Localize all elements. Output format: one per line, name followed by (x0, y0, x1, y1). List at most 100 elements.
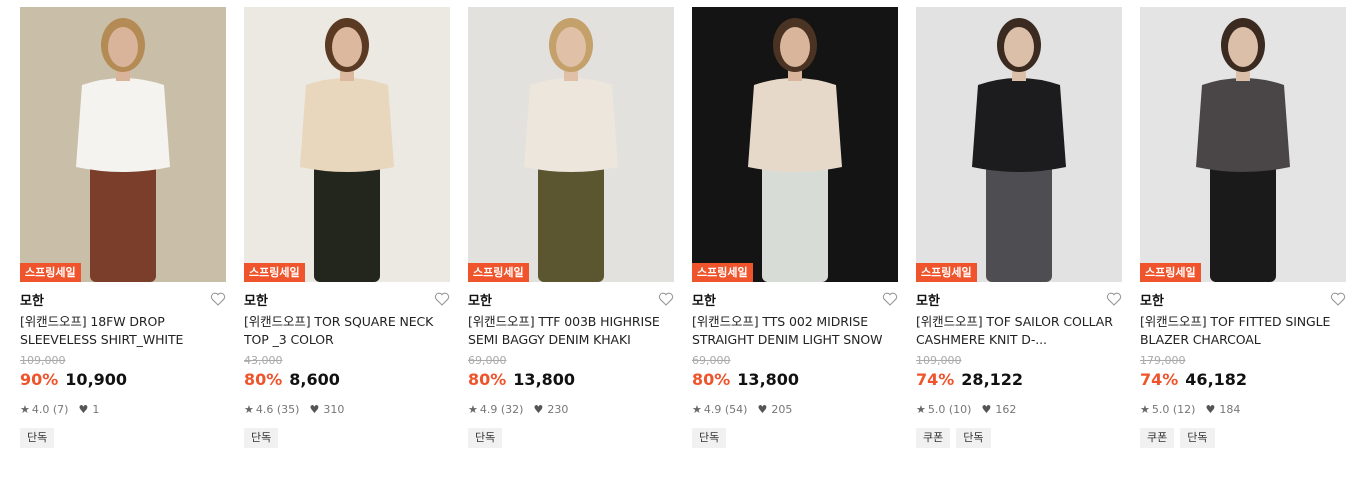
discount-rate: 80% (244, 370, 283, 389)
price-row: 80% 13,800 (468, 370, 674, 392)
product-tag: 단독 (468, 428, 503, 448)
price-row: 80% 13,800 (692, 370, 898, 392)
wishlist-heart-icon[interactable] (882, 291, 898, 307)
product-photo (20, 7, 226, 282)
product-tag: 단독 (956, 428, 991, 448)
product-photo (692, 7, 898, 282)
discount-rate: 80% (468, 370, 507, 389)
wishlist-heart-icon[interactable] (1106, 291, 1122, 307)
tag-list: 단독 (20, 428, 226, 448)
product-card[interactable]: 스프링세일 모한 [위캔드오프] TOF FITTED SINGLE BLAZE… (1140, 7, 1346, 448)
brand-row: 모한 (20, 288, 226, 310)
discount-rate: 74% (916, 370, 955, 389)
product-card[interactable]: 스프링세일 모한 [위캔드오프] 18FW DROP SLEEVELESS SH… (20, 7, 226, 448)
product-name[interactable]: [위캔드오프] TOR SQUARE NECK TOP _3 COLOR (244, 313, 450, 350)
brand-row: 모한 (916, 288, 1122, 310)
sale-badge: 스프링세일 (20, 263, 81, 282)
star-icon: ★ (468, 402, 478, 416)
original-price: 109,000 (916, 354, 962, 367)
review-meta: ★ 4.6 (35) ♥ 310 (244, 402, 450, 416)
brand-row: 모한 (244, 288, 450, 310)
star-icon: ★ (244, 402, 254, 416)
product-image[interactable]: 스프링세일 (692, 7, 898, 282)
product-tag: 단독 (244, 428, 279, 448)
likes-count: 1 (92, 402, 100, 416)
tag-list: 쿠폰 단독 (1140, 428, 1346, 448)
likes-count: 184 (1219, 402, 1241, 416)
product-tag: 단독 (692, 428, 727, 448)
likes-heart-icon: ♥ (981, 402, 992, 416)
original-price: 179,000 (1140, 354, 1186, 367)
price-row: 74% 46,182 (1140, 370, 1346, 392)
product-photo (916, 7, 1122, 282)
product-tag: 단독 (20, 428, 55, 448)
price-row: 90% 10,900 (20, 370, 226, 392)
sale-badge: 스프링세일 (244, 263, 305, 282)
rating-text: 4.0 (7) (31, 402, 69, 416)
product-photo (1140, 7, 1346, 282)
sale-badge: 스프링세일 (468, 263, 529, 282)
product-name[interactable]: [위캔드오프] TOF SAILOR COLLAR CASHMERE KNIT … (916, 313, 1122, 350)
product-image[interactable]: 스프링세일 (244, 7, 450, 282)
price-row: 80% 8,600 (244, 370, 450, 392)
discount-rate: 90% (20, 370, 59, 389)
brand-row: 모한 (468, 288, 674, 310)
sale-badge: 스프링세일 (692, 263, 753, 282)
product-name[interactable]: [위캔드오프] TTF 003B HIGHRISE SEMI BAGGY DEN… (468, 313, 674, 350)
likes-heart-icon: ♥ (757, 402, 768, 416)
product-card[interactable]: 스프링세일 모한 [위캔드오프] TTF 003B HIGHRISE SEMI … (468, 7, 674, 448)
sale-price: 8,600 (289, 370, 340, 389)
rating-text: 4.6 (35) (255, 402, 300, 416)
product-photo (244, 7, 450, 282)
review-meta: ★ 4.9 (32) ♥ 230 (468, 402, 674, 416)
brand-name[interactable]: 모한 (1140, 290, 1164, 309)
likes-heart-icon: ♥ (78, 402, 89, 416)
product-image[interactable]: 스프링세일 (468, 7, 674, 282)
brand-name[interactable]: 모한 (244, 290, 268, 309)
brand-name[interactable]: 모한 (916, 290, 940, 309)
sale-price: 10,900 (65, 370, 128, 389)
product-name[interactable]: [위캔드오프] TOF FITTED SINGLE BLAZER CHARCOA… (1140, 313, 1346, 350)
original-price: 109,000 (20, 354, 66, 367)
sale-price: 46,182 (1185, 370, 1248, 389)
product-image[interactable]: 스프링세일 (20, 7, 226, 282)
likes-count: 230 (547, 402, 569, 416)
brand-name[interactable]: 모한 (692, 290, 716, 309)
tag-list: 단독 (692, 428, 898, 448)
sale-badge: 스프링세일 (916, 263, 977, 282)
star-icon: ★ (1140, 402, 1150, 416)
brand-row: 모한 (1140, 288, 1346, 310)
likes-count: 310 (323, 402, 345, 416)
product-image[interactable]: 스프링세일 (916, 7, 1122, 282)
discount-rate: 74% (1140, 370, 1179, 389)
product-name[interactable]: [위캔드오프] 18FW DROP SLEEVELESS SHIRT_WHITE (20, 313, 226, 350)
product-photo (468, 7, 674, 282)
likes-count: 205 (771, 402, 793, 416)
wishlist-heart-icon[interactable] (658, 291, 674, 307)
product-card[interactable]: 스프링세일 모한 [위캔드오프] TTS 002 MIDRISE STRAIGH… (692, 7, 898, 448)
wishlist-heart-icon[interactable] (434, 291, 450, 307)
rating-text: 5.0 (12) (1151, 402, 1196, 416)
wishlist-heart-icon[interactable] (1330, 291, 1346, 307)
review-meta: ★ 4.0 (7) ♥ 1 (20, 402, 226, 416)
product-card[interactable]: 스프링세일 모한 [위캔드오프] TOR SQUARE NECK TOP _3 … (244, 7, 450, 448)
star-icon: ★ (692, 402, 702, 416)
original-price: 69,000 (468, 354, 507, 367)
wishlist-heart-icon[interactable] (210, 291, 226, 307)
product-image[interactable]: 스프링세일 (1140, 7, 1346, 282)
review-meta: ★ 4.9 (54) ♥ 205 (692, 402, 898, 416)
likes-heart-icon: ♥ (533, 402, 544, 416)
review-meta: ★ 5.0 (12) ♥ 184 (1140, 402, 1346, 416)
product-card[interactable]: 스프링세일 모한 [위캔드오프] TOF SAILOR COLLAR CASHM… (916, 7, 1122, 448)
brand-name[interactable]: 모한 (20, 290, 44, 309)
rating-text: 4.9 (32) (479, 402, 524, 416)
original-price: 43,000 (244, 354, 283, 367)
product-name[interactable]: [위캔드오프] TTS 002 MIDRISE STRAIGHT DENIM L… (692, 313, 898, 350)
star-icon: ★ (20, 402, 30, 416)
product-tag: 쿠폰 (1140, 428, 1175, 448)
brand-name[interactable]: 모한 (468, 290, 492, 309)
likes-count: 162 (995, 402, 1017, 416)
review-meta: ★ 5.0 (10) ♥ 162 (916, 402, 1122, 416)
rating-text: 5.0 (10) (927, 402, 972, 416)
star-icon: ★ (916, 402, 926, 416)
